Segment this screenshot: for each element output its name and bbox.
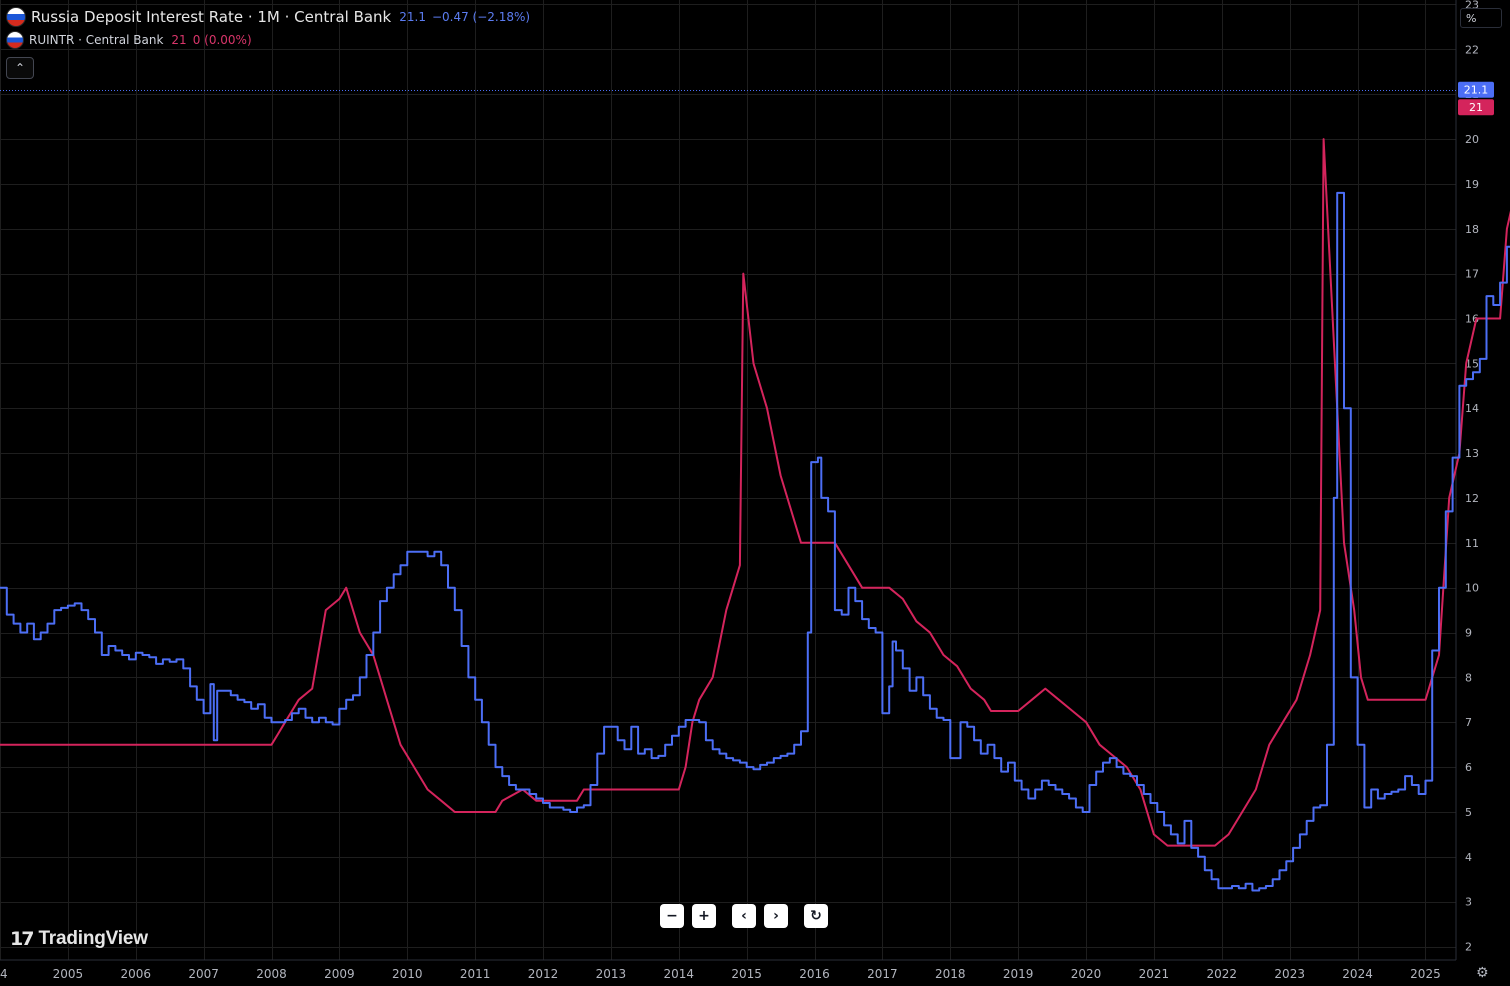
price-label-policy: 21 [1469, 101, 1483, 114]
x-tick-label: 2016 [799, 967, 830, 981]
x-tick-label: 2006 [120, 967, 151, 981]
x-tick-label: 2007 [188, 967, 219, 981]
x-tick-label: 2019 [1003, 967, 1034, 981]
legend-main-series[interactable]: Russia Deposit Interest Rate · 1M · Cent… [6, 6, 530, 28]
y-tick-label: 12 [1465, 492, 1479, 505]
chevron-right-icon: › [773, 908, 779, 924]
legend-sub-value: 21 [171, 33, 187, 47]
gear-icon: ⚙ [1476, 965, 1489, 981]
tradingview-logo[interactable]: 17 TradingView [10, 927, 148, 951]
legend-sub-title: RUINTR · Central Bank [29, 33, 164, 47]
x-tick-label: 2009 [324, 967, 355, 981]
russia-flag-icon [6, 7, 26, 27]
y-tick-label: 6 [1465, 761, 1472, 774]
y-tick-label: 5 [1465, 806, 1472, 819]
chart-background [0, 0, 1510, 986]
y-tick-label: 18 [1465, 223, 1479, 236]
plus-icon: + [698, 908, 710, 924]
chevron-left-icon: ‹ [741, 908, 747, 924]
x-tick-label: 2010 [392, 967, 423, 981]
legend-main-title: Russia Deposit Interest Rate · 1M · Cent… [31, 8, 392, 26]
x-tick-label: 2013 [596, 967, 627, 981]
x-tick-label: 2008 [256, 967, 287, 981]
x-tick-label: 2012 [528, 967, 559, 981]
tradingview-logo-text: TradingView [38, 928, 148, 949]
unit-label: % [1466, 12, 1477, 25]
legend: Russia Deposit Interest Rate · 1M · Cent… [6, 6, 530, 79]
zoom-out-button[interactable]: − [660, 904, 684, 928]
x-tick-label: 2022 [1207, 967, 1238, 981]
x-tick-label: 2017 [867, 967, 898, 981]
x-tick-label: 2021 [1139, 967, 1170, 981]
x-tick-label: 2023 [1274, 967, 1305, 981]
y-tick-label: 10 [1465, 582, 1479, 595]
y-tick-label: 17 [1465, 268, 1479, 281]
tradingview-logo-icon: 17 [10, 928, 34, 950]
minus-icon: − [666, 908, 678, 924]
x-tick-label: 2024 [1342, 967, 1373, 981]
russia-flag-icon [6, 31, 24, 49]
legend-main-value: 21.1 [399, 10, 426, 24]
y-tick-label: 3 [1465, 896, 1472, 909]
reset-chart-button[interactable]: ↻ [804, 904, 828, 928]
scroll-right-button[interactable]: › [764, 904, 788, 928]
y-tick-label: 14 [1465, 402, 1479, 415]
x-tick-label: 2015 [731, 967, 762, 981]
unit-selector[interactable]: % [1460, 8, 1502, 28]
zoom-in-button[interactable]: + [692, 904, 716, 928]
price-label-deposit: 21.1 [1464, 84, 1489, 97]
y-tick-label: 22 [1465, 43, 1479, 56]
chart-area[interactable]: 234567891011121314151617181920212223 042… [0, 0, 1510, 986]
legend-main-change: −0.47 (−2.18%) [431, 10, 531, 24]
y-tick-label: 4 [1465, 851, 1472, 864]
x-tick-label: 04 [0, 967, 8, 981]
x-tick-label: 2025 [1410, 967, 1441, 981]
legend-collapse-button[interactable]: ⌃ [6, 57, 34, 79]
chart-settings-button[interactable]: ⚙ [1476, 966, 1490, 980]
scroll-left-button[interactable]: ‹ [732, 904, 756, 928]
y-tick-label: 2 [1465, 941, 1472, 954]
y-tick-label: 19 [1465, 178, 1479, 191]
x-tick-label: 2005 [53, 967, 84, 981]
legend-compare-series[interactable]: RUINTR · Central Bank 21 0 (0.00%) [6, 30, 530, 50]
legend-sub-change: 0 (0.00%) [192, 33, 252, 47]
chart-navigation-toolbar: − + ‹ › ↻ [660, 904, 830, 928]
y-tick-label: 9 [1465, 627, 1472, 640]
x-tick-label: 2014 [664, 967, 695, 981]
reset-icon: ↻ [810, 908, 822, 924]
y-tick-label: 8 [1465, 671, 1472, 684]
x-tick-label: 2018 [935, 967, 966, 981]
x-tick-label: 2011 [460, 967, 491, 981]
y-tick-label: 20 [1465, 133, 1479, 146]
y-tick-label: 7 [1465, 716, 1472, 729]
chevron-up-icon: ⌃ [14, 61, 26, 75]
x-tick-label: 2020 [1071, 967, 1102, 981]
y-tick-label: 11 [1465, 537, 1479, 550]
y-tick-label: 13 [1465, 447, 1479, 460]
